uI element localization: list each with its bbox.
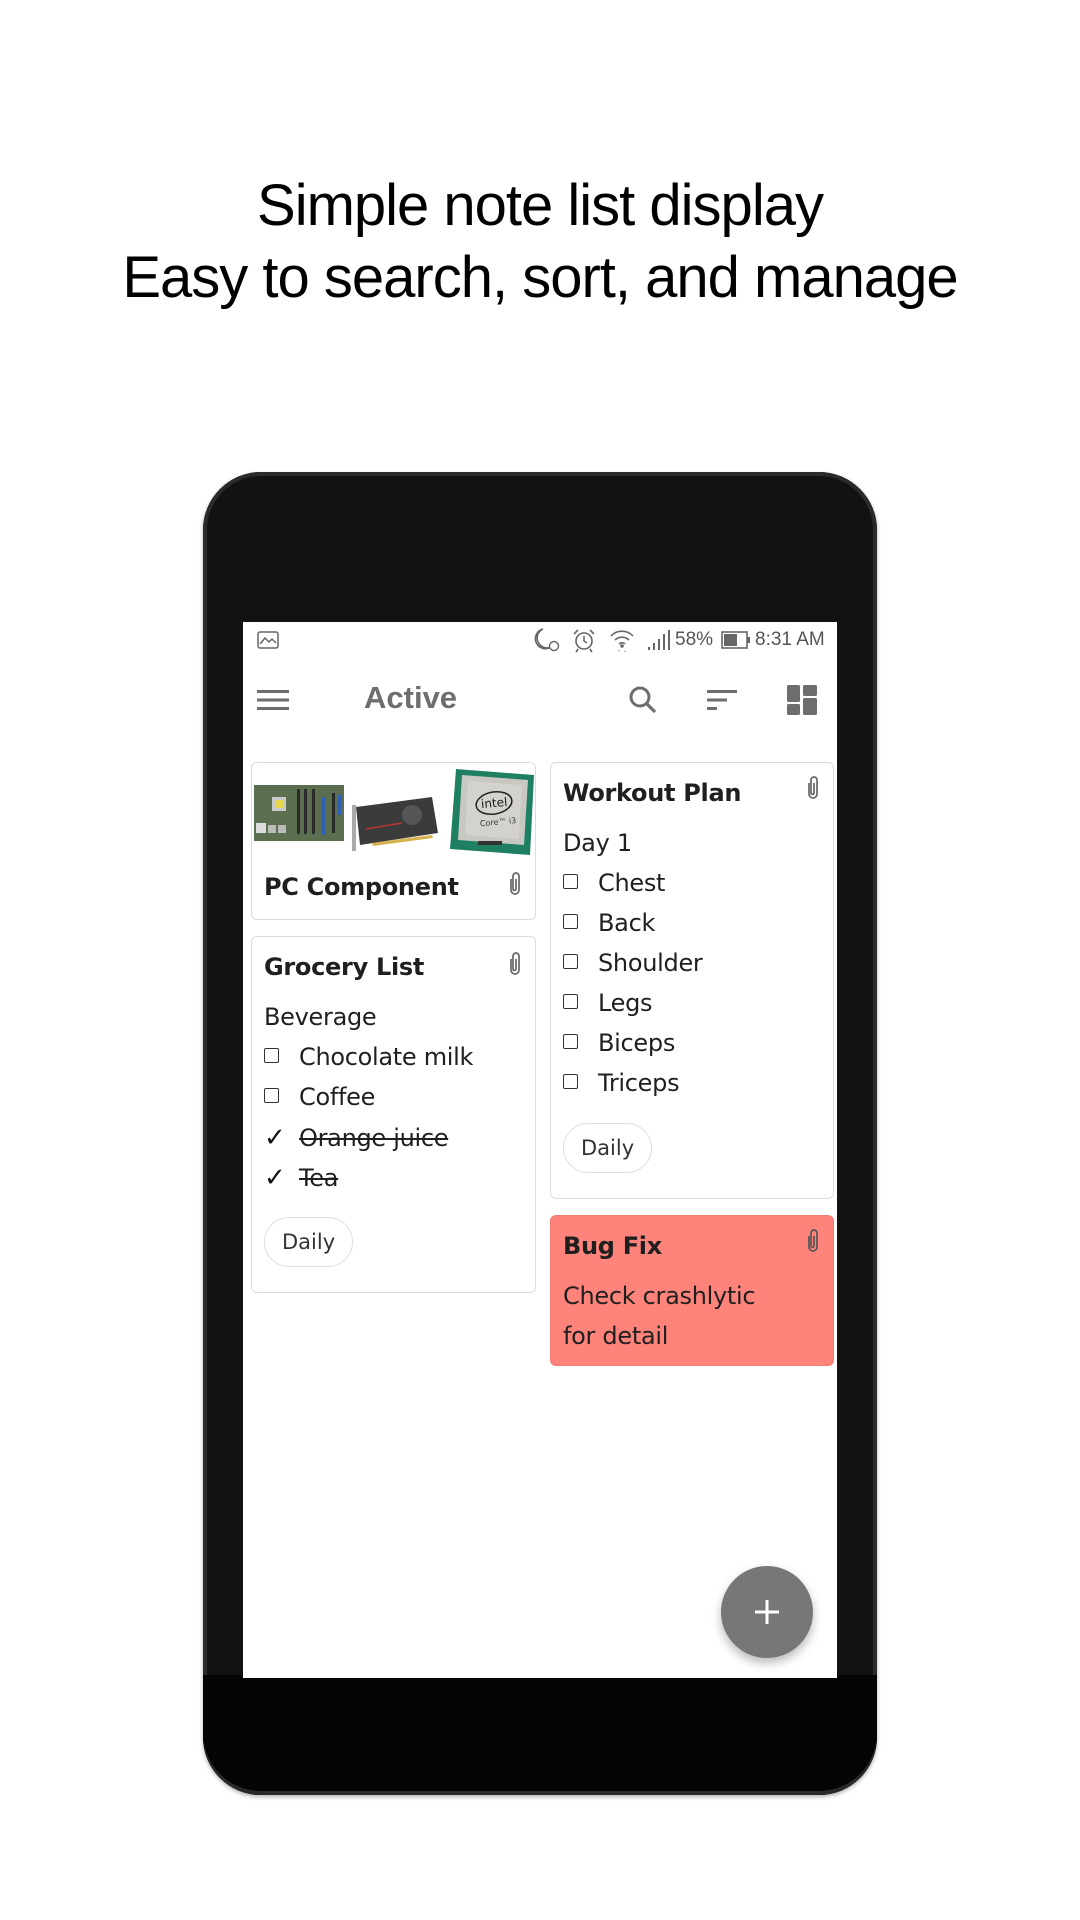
checklist-item: Shoulder (563, 949, 703, 977)
phone-screen: 58% 8:31 AM Active intel Core™ i3 PC Com… (243, 622, 837, 1678)
battery-icon (721, 628, 751, 652)
checklist-item-text: Biceps (598, 1029, 676, 1057)
note-title: Bug Fix (563, 1232, 662, 1260)
headline-line-1: Simple note list display (257, 173, 824, 238)
plus-icon (755, 1600, 779, 1624)
checkbox-unchecked[interactable] (563, 1034, 578, 1049)
checkbox-unchecked[interactable] (563, 914, 578, 929)
checklist-item: ✓ Tea (264, 1163, 338, 1193)
checklist-item: Back (563, 909, 655, 937)
note-title: PC Component (264, 873, 459, 901)
checkbox-unchecked[interactable] (563, 954, 578, 969)
checklist-item-text: Chocolate milk (299, 1043, 474, 1071)
checkbox-unchecked[interactable] (563, 1074, 578, 1089)
note-body-line: for detail (563, 1322, 669, 1350)
headline-line-2: Easy to search, sort, and manage (122, 245, 958, 310)
attachment-icon (507, 951, 523, 977)
note-card-bug-fix[interactable]: Bug Fix Check crashlytic for detail (550, 1215, 834, 1366)
label-chip[interactable]: Daily (264, 1217, 354, 1267)
checklist-item: Biceps (563, 1029, 675, 1057)
signal-icon (647, 628, 671, 652)
night-alarm-icon (531, 628, 561, 652)
gallery-notification-icon (257, 628, 279, 652)
wifi-icon (609, 628, 635, 652)
checkmark-icon[interactable]: ✓ (264, 1163, 286, 1193)
checklist-item-text: Shoulder (598, 949, 703, 977)
note-body-line: Check crashlytic (563, 1282, 756, 1310)
checklist-item-text: Chest (598, 869, 666, 897)
checklist-item: ✓ Orange juice (264, 1123, 449, 1153)
status-bar: 58% 8:31 AM (243, 622, 837, 658)
label-chip[interactable]: Daily (563, 1123, 653, 1173)
note-card-pc-component[interactable]: intel Core™ i3 PC Component (251, 762, 536, 920)
phone-bottom-bezel (203, 1675, 877, 1795)
checklist-item: Triceps (563, 1069, 680, 1097)
checklist-item: Chocolate milk (264, 1043, 473, 1071)
checkbox-unchecked[interactable] (264, 1048, 279, 1063)
battery-percent: 58% (675, 629, 714, 650)
clock-time: 8:31 AM (755, 629, 825, 650)
note-title: Workout Plan (563, 779, 742, 807)
note-images: intel Core™ i3 (252, 767, 534, 855)
note-card-workout-plan[interactable]: Workout Plan Day 1 Chest Back Shoulder L… (550, 762, 834, 1199)
intel-cpu-image: intel Core™ i3 (450, 769, 534, 855)
checklist-item: Legs (563, 989, 653, 1017)
checklist-item-text: Back (598, 909, 656, 937)
checkbox-unchecked[interactable] (264, 1088, 279, 1103)
layout-grid-icon[interactable] (780, 678, 824, 722)
page-title: Active (364, 680, 458, 715)
checkbox-unchecked[interactable] (563, 874, 578, 889)
checkmark-icon[interactable]: ✓ (264, 1123, 286, 1153)
app-bar: Active (243, 664, 837, 736)
menu-icon[interactable] (251, 678, 295, 722)
checklist-item-text: Tea (299, 1164, 339, 1192)
checkbox-unchecked[interactable] (563, 994, 578, 1009)
note-heading: Day 1 (563, 829, 632, 857)
note-heading: Beverage (264, 1003, 377, 1031)
note-card-grocery-list[interactable]: Grocery List Beverage Chocolate milk Cof… (251, 936, 536, 1293)
attachment-icon (507, 871, 523, 897)
search-icon[interactable] (621, 678, 665, 722)
attachment-icon (805, 775, 821, 801)
checklist-item: Chest (563, 869, 665, 897)
cpu-brand-label: intel (480, 795, 507, 811)
attachment-icon (805, 1228, 821, 1254)
add-note-button[interactable] (721, 1566, 813, 1658)
checklist-item-text: Triceps (598, 1069, 680, 1097)
sort-icon[interactable] (701, 678, 745, 722)
checklist-item-text: Coffee (299, 1083, 376, 1111)
checklist-item-text: Orange juice (299, 1124, 449, 1152)
note-title: Grocery List (264, 953, 425, 981)
alarm-clock-icon (571, 628, 597, 653)
checklist-item: Coffee (264, 1083, 375, 1111)
checklist-item-text: Legs (598, 989, 653, 1017)
